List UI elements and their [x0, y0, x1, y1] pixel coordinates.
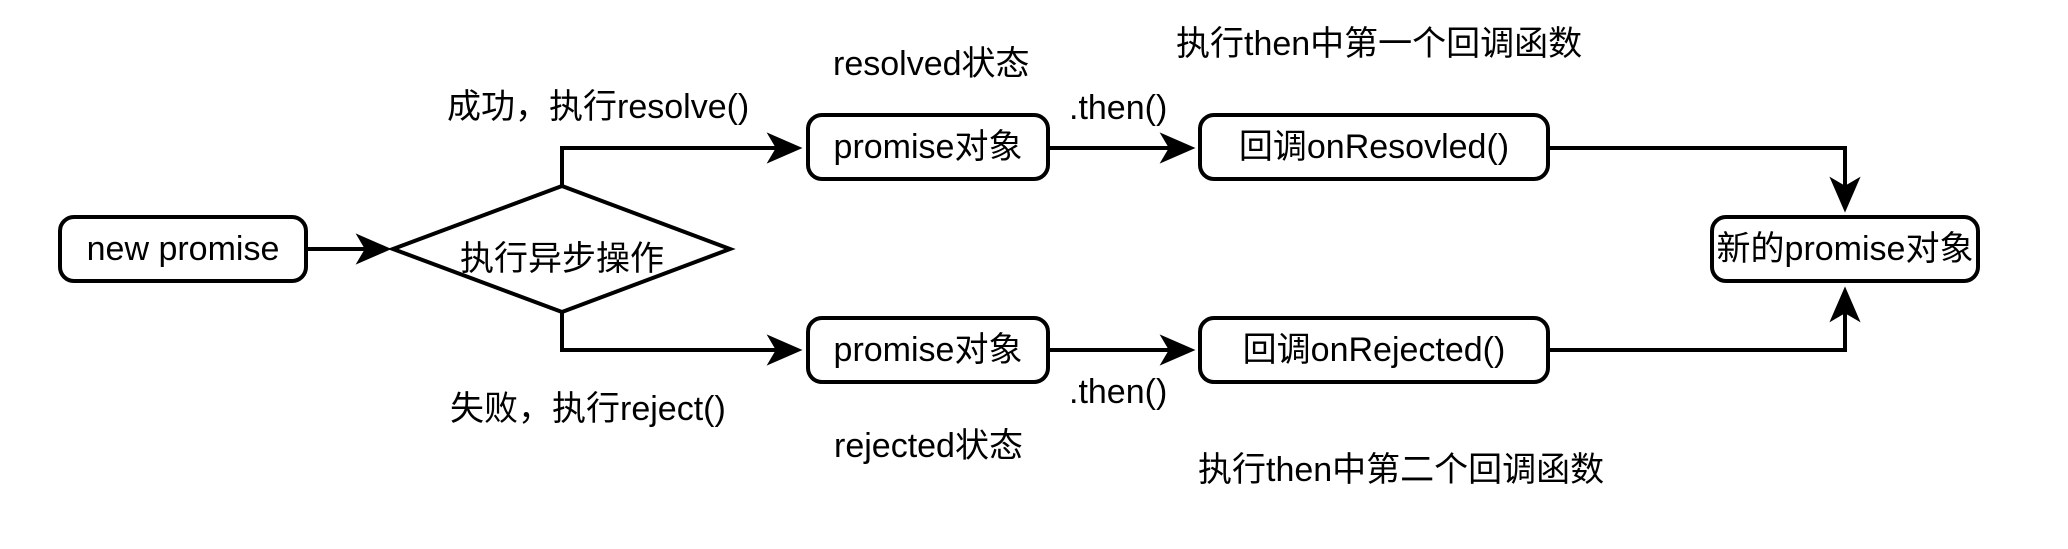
node-new-promise-object-label: 新的promise对象: [1716, 230, 1974, 268]
arrow-onresolved-to-newpromise: [1550, 146, 1861, 213]
node-on-resolved-callback[interactable]: 回调onResovled(): [1198, 113, 1550, 181]
node-new-promise-label: new promise: [86, 230, 280, 268]
label-success-branch: 成功，执行resolve(): [447, 88, 750, 126]
node-promise-object-resolved[interactable]: promise对象: [806, 113, 1050, 181]
flowchart-canvas: new promise 执行异步操作 promise对象 promise对象 回…: [0, 0, 2068, 549]
arrow-decision-to-rejected: [560, 312, 803, 366]
label-then-top: .then(): [1069, 89, 1168, 127]
label-first-callback: 执行then中第一个回调函数: [1176, 25, 1583, 63]
label-then-bottom: .then(): [1069, 373, 1168, 411]
node-new-promise[interactable]: new promise: [58, 215, 308, 283]
arrow-onrejected-to-newpromise: [1550, 286, 1861, 352]
label-resolved-state: resolved状态: [833, 45, 1030, 83]
arrow-decision-to-resolved: [560, 132, 803, 186]
label-fail-branch: 失败，执行reject(): [450, 390, 726, 428]
node-new-promise-object[interactable]: 新的promise对象: [1710, 215, 1980, 283]
node-promise-object-rejected[interactable]: promise对象: [806, 316, 1050, 384]
node-on-rejected-callback-label: 回调onRejected(): [1242, 331, 1506, 369]
node-on-rejected-callback[interactable]: 回调onRejected(): [1198, 316, 1550, 384]
label-rejected-state: rejected状态: [834, 427, 1023, 465]
label-second-callback: 执行then中第二个回调函数: [1198, 451, 1605, 489]
node-promise-object-resolved-label: promise对象: [833, 128, 1023, 166]
node-async-operation-label: 执行异步操作: [460, 240, 664, 278]
node-promise-object-rejected-label: promise对象: [833, 331, 1023, 369]
node-on-resolved-callback-label: 回调onResovled(): [1238, 128, 1510, 166]
